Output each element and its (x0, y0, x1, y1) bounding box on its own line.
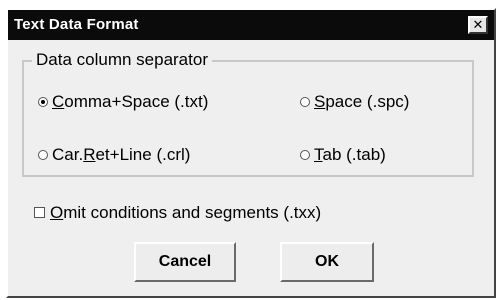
radio-tab-mnemonic: T (314, 145, 323, 164)
separator-group-legend: Data column separator (32, 50, 212, 70)
radio-car-ret-line-pre: Car. (52, 145, 84, 164)
radio-checked-icon (38, 96, 48, 107)
radio-car-ret-line-mnemonic: R (83, 145, 96, 164)
omit-conditions-checkbox[interactable]: Omit conditions and segments (.txx) (34, 203, 321, 223)
close-button[interactable]: ✕ (468, 16, 488, 34)
radio-unchecked-icon (300, 149, 310, 160)
radio-unchecked-icon (300, 96, 310, 107)
radio-space-label: pace (.spc) (325, 92, 410, 111)
radio-tab[interactable]: Tab (.tab) (300, 145, 386, 165)
radio-car-ret-line-label: et+Line (.crl) (95, 145, 191, 164)
ok-button[interactable]: OK (280, 242, 374, 282)
radio-comma-space-label: omma+Space (.txt) (64, 92, 209, 111)
radio-space[interactable]: Space (.spc) (300, 92, 409, 112)
radio-tab-label: ab (.tab) (322, 145, 386, 164)
cancel-button[interactable]: Cancel (134, 242, 236, 282)
radio-comma-space-mnemonic: C (52, 92, 65, 111)
checkbox-icon (34, 207, 45, 219)
radio-space-mnemonic: S (314, 92, 326, 111)
omit-checkbox-label: mit conditions and segments (.txx) (63, 203, 322, 222)
text-data-format-dialog: Text Data Format ✕ Data column separator… (6, 8, 496, 298)
title-bar: Text Data Format ✕ (8, 10, 494, 40)
radio-comma-space[interactable]: Comma+Space (.txt) (38, 92, 208, 112)
dialog-title: Text Data Format (14, 16, 139, 33)
omit-checkbox-mnemonic: O (50, 203, 64, 222)
radio-car-ret-line[interactable]: Car.Ret+Line (.crl) (38, 145, 190, 165)
close-icon: ✕ (472, 17, 484, 32)
radio-unchecked-icon (38, 149, 48, 160)
